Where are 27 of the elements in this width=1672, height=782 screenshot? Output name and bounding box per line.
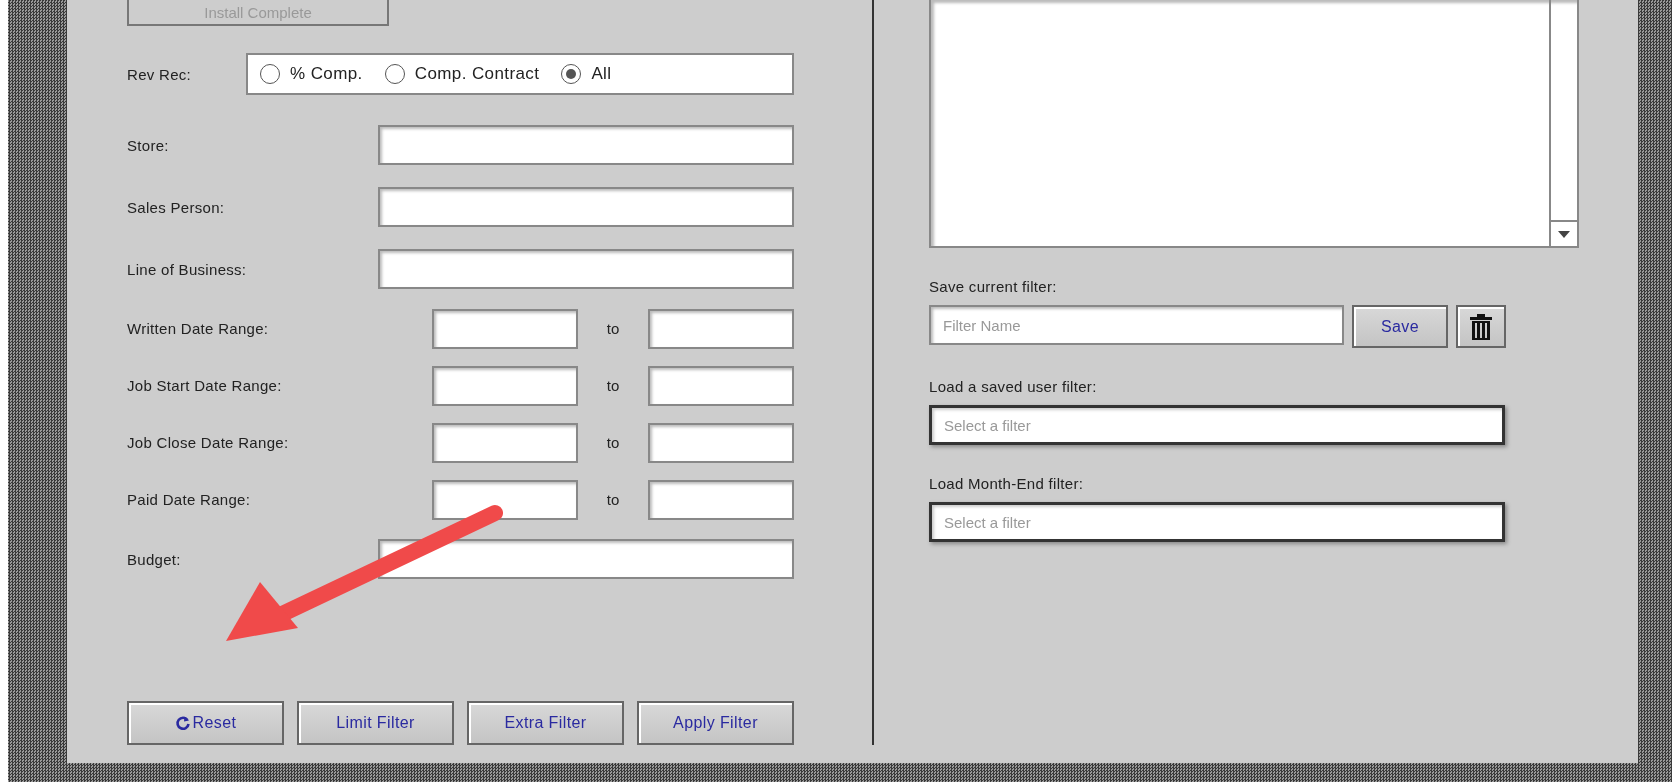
save-filter-label: Save current filter: [929,278,1058,295]
field-label: Store: [127,136,169,154]
filter-button[interactable]: Limit Filter [297,701,454,745]
range-separator: to [605,491,621,508]
filter-select[interactable]: Select a filter [929,405,1505,445]
field-label: Sales Person: [127,198,225,216]
radio-label[interactable]: Comp. Contract [414,64,540,84]
radio-label[interactable]: % Comp. [290,64,363,84]
field-label: Written Date Range: [127,320,269,337]
save-button[interactable]: Save [1352,305,1448,348]
rev-rec-label: Rev Rec: [127,65,192,83]
load-user-filter-label: Load a saved user filter: [929,378,1098,395]
range-separator: to [605,434,621,451]
field-label: Line of Business: [127,260,247,278]
range-separator: to [605,377,621,394]
radio-label[interactable]: All [591,64,612,84]
field-label: Job Close Date Range: [127,434,289,451]
range-separator: to [605,320,621,337]
field-label: Job Start Date Range: [127,377,282,394]
load-month-end-label: Load Month-End filter: [929,475,1085,492]
filter-button[interactable]: Apply Filter [637,701,794,745]
field-label: Budget: [127,550,181,568]
reset-button[interactable]: Reset [127,701,284,745]
field-label: Paid Date Range: [127,491,251,508]
filter-name-field[interactable]: Filter Name [929,305,1344,345]
filter-button[interactable]: Extra Filter [467,701,624,745]
filter-select[interactable]: Select a filter [929,502,1505,542]
